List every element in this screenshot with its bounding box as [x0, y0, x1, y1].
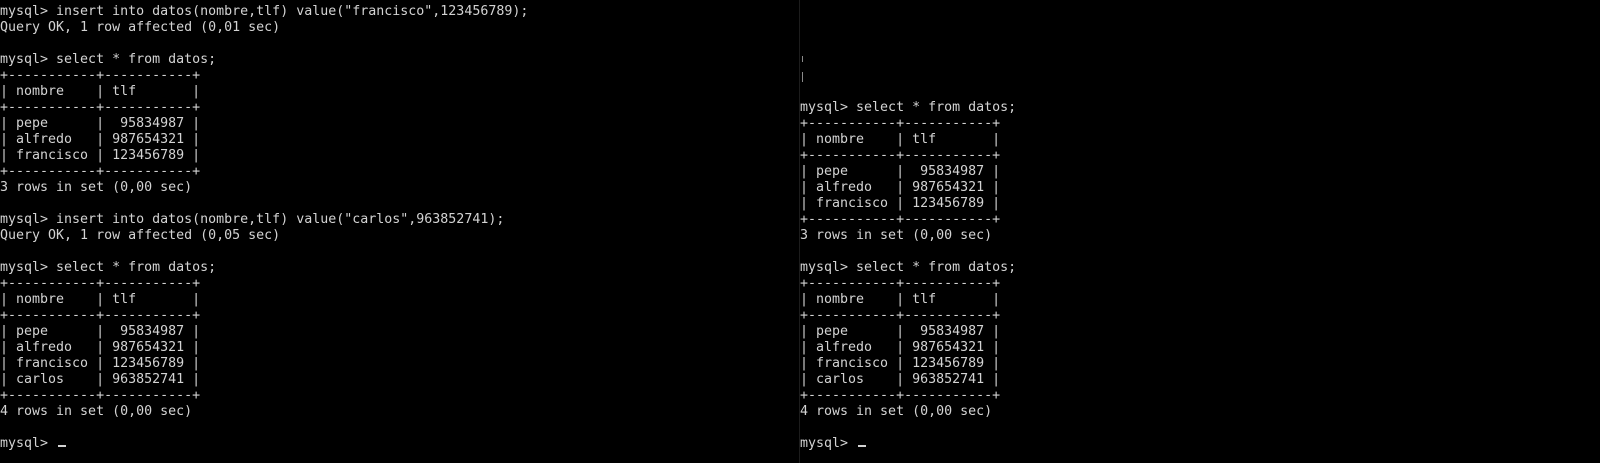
- terminal-text-left: mysql> insert into datos(nombre,tlf) val…: [0, 4, 529, 451]
- terminal-output-right: mysql> select * from datos; +-----------…: [800, 100, 1016, 452]
- terminal-pane-right[interactable]: mysql> select * from datos; +-----------…: [800, 0, 1600, 463]
- terminal-output-left: mysql> insert into datos(nombre,tlf) val…: [0, 4, 528, 452]
- terminal-cursor-right: [858, 445, 867, 447]
- terminal-cursor-left: [58, 445, 67, 447]
- stray-artifact-mark: [802, 72, 803, 82]
- terminal-text-right: mysql> select * from datos; +-----------…: [800, 100, 1017, 451]
- stray-artifact-mark: [802, 56, 803, 62]
- terminal-pane-left[interactable]: mysql> insert into datos(nombre,tlf) val…: [0, 0, 800, 463]
